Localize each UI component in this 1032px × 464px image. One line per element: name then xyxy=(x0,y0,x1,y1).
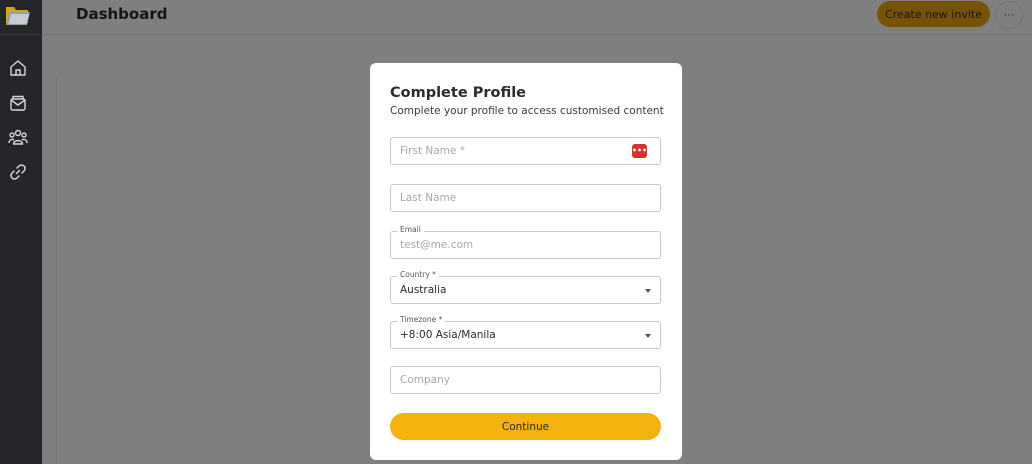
sidebar-item-users[interactable] xyxy=(8,127,28,147)
timezone-select[interactable]: Timezone * +8:00 Asia/Manila xyxy=(390,315,661,349)
complete-profile-modal: Complete Profile Complete your profile t… xyxy=(370,63,682,460)
company-input[interactable] xyxy=(391,367,660,393)
sidebar-item-messages[interactable] xyxy=(8,93,28,113)
country-label: Country * xyxy=(397,270,439,279)
email-field: Email xyxy=(390,225,661,259)
country-select[interactable]: Country * Australia xyxy=(390,270,661,304)
mail-icon xyxy=(10,95,26,111)
chevron-down-icon xyxy=(645,334,651,338)
timezone-value: +8:00 Asia/Manila xyxy=(400,329,496,341)
first-name-input[interactable] xyxy=(391,138,660,164)
country-value: Australia xyxy=(400,284,447,296)
sidebar-item-links[interactable] xyxy=(8,162,28,182)
last-name-field xyxy=(390,184,661,212)
sidebar-item-home[interactable] xyxy=(8,58,28,78)
timezone-label: Timezone * xyxy=(397,315,446,324)
app-logo-icon[interactable] xyxy=(5,4,31,26)
email-input[interactable] xyxy=(391,232,660,258)
link-icon xyxy=(10,164,26,180)
sidebar-divider xyxy=(0,34,42,35)
first-name-field: ••• xyxy=(390,137,661,165)
chevron-down-icon xyxy=(645,289,651,293)
continue-button[interactable]: Continue xyxy=(390,413,661,440)
last-name-input[interactable] xyxy=(391,185,660,211)
home-icon xyxy=(10,60,26,76)
users-icon xyxy=(8,129,28,145)
password-manager-icon[interactable]: ••• xyxy=(632,144,647,158)
modal-title: Complete Profile xyxy=(390,85,527,101)
sidebar xyxy=(0,0,42,464)
modal-subtitle: Complete your profile to access customis… xyxy=(390,105,664,117)
company-field xyxy=(390,366,661,394)
